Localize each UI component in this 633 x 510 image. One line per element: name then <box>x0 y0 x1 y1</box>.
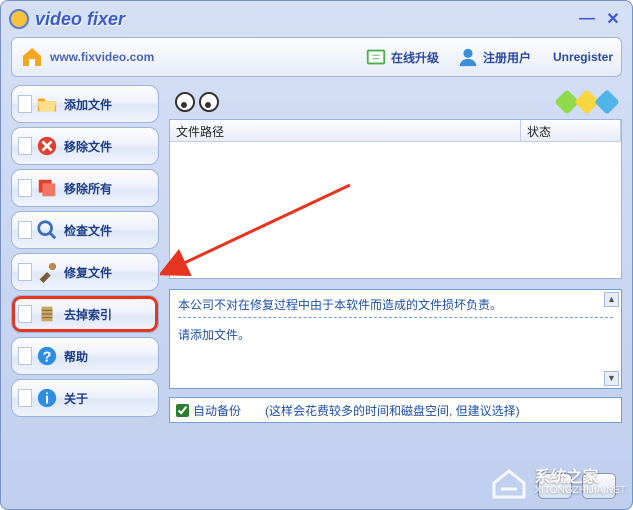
file-table: 文件路径 状态 <box>169 119 622 279</box>
svg-text:?: ? <box>43 350 52 366</box>
log-disclaimer: 本公司不对在修复过程中由于本软件而造成的文件损坏负责。 <box>178 296 613 318</box>
sidebar-item-label: 添加文件 <box>64 96 112 113</box>
sidebar-item-about[interactable]: i 关于 <box>11 379 159 417</box>
watermark-title: 系统之家 <box>535 470 627 486</box>
clip-icon <box>36 303 58 325</box>
sidebar: 添加文件 移除文件 移除所有 检查 <box>11 85 159 485</box>
sidebar-item-label: 帮助 <box>64 348 88 365</box>
folder-add-icon <box>36 93 58 115</box>
app-icon <box>9 9 29 29</box>
doc-icon <box>18 221 32 239</box>
watermark: 系统之家 XITONGZHIJIA.NET <box>489 463 627 503</box>
titlebar: video fixer — ✕ <box>1 1 632 37</box>
user-icon <box>457 46 479 68</box>
scroll-down-button[interactable]: ▼ <box>604 371 619 386</box>
doc-icon <box>18 179 32 197</box>
sidebar-item-label: 关于 <box>64 390 88 407</box>
decor-row <box>169 85 622 119</box>
sidebar-item-label: 移除所有 <box>64 180 112 197</box>
site-url: www.fixvideo.com <box>50 50 154 64</box>
register-button[interactable]: 注册用户 <box>457 46 531 68</box>
sidebar-item-remove-all[interactable]: 移除所有 <box>11 169 159 207</box>
doc-icon <box>18 305 32 323</box>
sidebar-item-label: 修复文件 <box>64 264 112 281</box>
watermark-sub: XITONGZHIJIA.NET <box>535 486 627 496</box>
scroll-up-button[interactable]: ▲ <box>604 292 619 307</box>
doc-icon <box>18 347 32 365</box>
app-title: video fixer <box>35 9 125 30</box>
unregister-button[interactable]: Unregister <box>553 50 613 64</box>
auto-backup-hint: (这样会花费较多的时间和磁盘空间, 但建议选择) <box>265 402 520 419</box>
upgrade-button[interactable]: 在线升级 <box>365 46 439 68</box>
doc-icon <box>18 137 32 155</box>
auto-backup-label: 自动备份 <box>193 402 241 419</box>
tools-icon <box>36 261 58 283</box>
remove-x-icon <box>36 135 58 157</box>
app-window: video fixer — ✕ www.fixvideo.com 在线升级 注册… <box>0 0 633 510</box>
svg-text:i: i <box>45 392 49 408</box>
log-panel: 本公司不对在修复过程中由于本软件而造成的文件损坏负责。 请添加文件。 ▲ ▼ <box>169 289 622 389</box>
doc-icon <box>18 95 32 113</box>
backup-row: 自动备份 (这样会花费较多的时间和磁盘空间, 但建议选择) <box>169 397 622 423</box>
sidebar-item-add-file[interactable]: 添加文件 <box>11 85 159 123</box>
register-label: 注册用户 <box>483 49 531 66</box>
home-icon <box>20 45 44 69</box>
col-path[interactable]: 文件路径 <box>170 120 521 141</box>
eyes-icon <box>175 92 219 112</box>
upgrade-icon <box>365 46 387 68</box>
hex-decor <box>558 93 616 111</box>
upgrade-label: 在线升级 <box>391 49 439 66</box>
table-body[interactable] <box>170 142 621 278</box>
auto-backup-checkbox[interactable] <box>176 404 189 417</box>
sidebar-item-check-file[interactable]: 检查文件 <box>11 211 159 249</box>
sidebar-item-repair-file[interactable]: 修复文件 <box>11 253 159 291</box>
col-status[interactable]: 状态 <box>521 120 621 141</box>
doc-icon <box>18 263 32 281</box>
doc-icon <box>18 389 32 407</box>
sidebar-item-label: 检查文件 <box>64 222 112 239</box>
sidebar-item-remove-file[interactable]: 移除文件 <box>11 127 159 165</box>
minimize-button[interactable]: — <box>576 8 598 30</box>
magnify-icon <box>36 219 58 241</box>
log-prompt: 请添加文件。 <box>178 326 613 343</box>
watermark-icon <box>489 463 529 503</box>
sidebar-item-remove-index[interactable]: 去掉索引 <box>11 295 159 333</box>
close-button[interactable]: ✕ <box>602 8 624 30</box>
sidebar-item-help[interactable]: ? 帮助 <box>11 337 159 375</box>
help-icon: ? <box>36 345 58 367</box>
info-icon: i <box>36 387 58 409</box>
remove-all-icon <box>36 177 58 199</box>
table-header: 文件路径 状态 <box>170 120 621 142</box>
sidebar-item-label: 移除文件 <box>64 138 112 155</box>
sidebar-item-label: 去掉索引 <box>64 306 112 323</box>
main-panel: 文件路径 状态 本公司不对在修复过程中由于本软件而造成的文件损坏负责。 请添加文… <box>169 85 622 485</box>
toolbar: www.fixvideo.com 在线升级 注册用户 Unregister <box>11 37 622 77</box>
